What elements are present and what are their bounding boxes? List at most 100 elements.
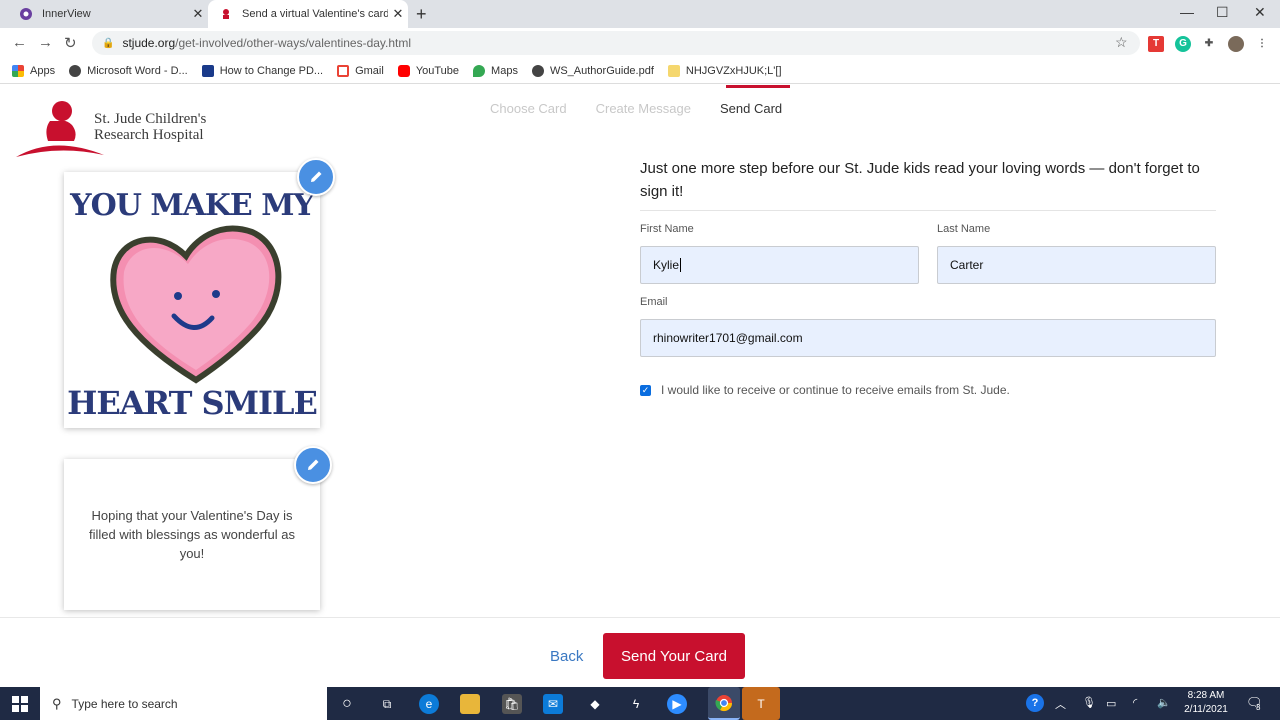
pencil-icon: [311, 171, 322, 182]
taskbar-clock[interactable]: 8:28 AM 2/11/2021: [1178, 689, 1234, 717]
url-path: /get-involved/other-ways/valentines-day.…: [175, 36, 412, 50]
tab-strip: InnerView ✕ Send a virtual Valentine's c…: [0, 0, 1280, 28]
bookmark-label: Microsoft Word - D...: [87, 64, 188, 77]
bookmark-pdf[interactable]: How to Change PD...: [201, 64, 324, 77]
back-link[interactable]: Back: [550, 648, 583, 665]
bookmark-label: WS_AuthorGuide.pdf: [549, 64, 654, 77]
windows-taskbar: ⚲ Type here to search ○ ⧉ e 🛍 ✉ ◆ ϟ ▶ T …: [0, 687, 1280, 720]
smiling-heart-illustration: [110, 225, 282, 384]
bookmark-star-icon[interactable]: ☆: [1115, 34, 1128, 51]
bookmark-folder[interactable]: NHJGVZxHJUK;L'[]: [667, 64, 782, 77]
step-send-card[interactable]: Send Card: [720, 101, 782, 116]
notification-count: 3: [1256, 703, 1261, 712]
zoom-icon[interactable]: ▶: [667, 694, 687, 714]
wifi-icon[interactable]: ◜: [1133, 696, 1137, 709]
bookmark-label: NHJGVZxHJUK;L'[]: [685, 64, 782, 77]
email-optin-label[interactable]: I would like to receive or continue to r…: [661, 383, 1010, 397]
stjude-favicon-icon: [218, 6, 234, 22]
lock-icon: 🔒: [102, 37, 115, 49]
globe-icon: [69, 64, 82, 77]
mail-icon[interactable]: ✉: [543, 694, 563, 714]
email-value: rhinowriter1701@gmail.com: [653, 331, 803, 345]
first-name-label: First Name: [640, 223, 694, 235]
forward-arrow-icon[interactable]: →: [38, 34, 53, 51]
bolt-app-icon[interactable]: ϟ: [626, 694, 646, 714]
first-name-field[interactable]: Kylie: [640, 246, 919, 284]
menu-kebab-icon[interactable]: ⋮: [1254, 36, 1270, 52]
chevron-up-icon[interactable]: ︿: [1055, 696, 1066, 712]
minimize-icon[interactable]: —: [1180, 4, 1194, 20]
email-label: Email: [640, 296, 668, 308]
address-bar-row: ← → ↻ 🔒 stjude.org/get-involved/other-wa…: [0, 28, 1280, 58]
edge-icon[interactable]: e: [419, 694, 439, 714]
footer-divider: [0, 617, 1280, 618]
bookmark-label: YouTube: [415, 64, 460, 77]
bookmark-label: Maps: [491, 64, 518, 77]
back-arrow-icon[interactable]: ←: [12, 34, 27, 51]
close-tab-icon[interactable]: ✕: [188, 6, 208, 22]
windows-logo-icon: [12, 695, 28, 712]
grammarly-icon[interactable]: G: [1175, 36, 1191, 52]
send-card-button[interactable]: Send Your Card: [603, 633, 745, 679]
bookmark-maps[interactable]: Maps: [473, 64, 518, 77]
clock-time: 8:28 AM: [1187, 690, 1225, 701]
battery-icon[interactable]: ▭: [1106, 697, 1116, 710]
email-optin-checkbox[interactable]: ✓: [640, 384, 651, 396]
step-choose-card[interactable]: Choose Card: [490, 101, 567, 116]
teams-icon[interactable]: T: [742, 687, 780, 720]
last-name-field[interactable]: Carter: [937, 246, 1216, 284]
cortana-icon[interactable]: ○: [337, 694, 357, 714]
url-input[interactable]: 🔒 stjude.org/get-involved/other-ways/val…: [92, 31, 1140, 55]
file-explorer-icon[interactable]: [460, 694, 480, 714]
apps-grid-icon: [12, 64, 24, 77]
bookmark-authorguide[interactable]: WS_AuthorGuide.pdf: [531, 64, 654, 77]
last-name-value: Carter: [950, 258, 984, 272]
volume-icon[interactable]: 🔈: [1157, 696, 1171, 709]
step-create-message[interactable]: Create Message: [596, 101, 691, 116]
extension-tp-icon[interactable]: T: [1148, 36, 1164, 52]
flag-icon: [201, 64, 214, 77]
chrome-taskbar-icon[interactable]: [708, 687, 740, 720]
reload-icon[interactable]: ↻: [64, 34, 77, 52]
bookmarks-bar: Apps Microsoft Word - D... How to Change…: [0, 58, 1280, 84]
maximize-icon[interactable]: ☐: [1216, 4, 1229, 21]
bookmark-word[interactable]: Microsoft Word - D...: [69, 64, 188, 77]
bookmark-label: Gmail: [355, 64, 384, 77]
logo-line-2: Research Hospital: [94, 127, 204, 143]
tab-innerview[interactable]: InnerView ✕: [8, 0, 208, 28]
bookmark-label: Apps: [30, 64, 56, 77]
taskbar-search-input[interactable]: ⚲ Type here to search: [40, 687, 327, 720]
help-icon[interactable]: ?: [1026, 694, 1044, 712]
tab-title: InnerView: [42, 8, 91, 20]
microphone-icon[interactable]: 🎙: [1082, 696, 1096, 709]
email-field[interactable]: rhinowriter1701@gmail.com: [640, 319, 1216, 357]
profile-avatar-icon[interactable]: [1228, 36, 1244, 52]
task-view-icon[interactable]: ⧉: [377, 694, 397, 714]
edit-message-button[interactable]: [294, 446, 332, 484]
extensions-puzzle-icon[interactable]: ✚: [1201, 36, 1217, 52]
bookmark-apps[interactable]: Apps: [12, 64, 56, 77]
store-icon[interactable]: 🛍: [502, 694, 522, 714]
form-divider: [640, 210, 1216, 211]
tab-stjude[interactable]: Send a virtual Valentine's card to ✕: [208, 0, 408, 28]
start-button[interactable]: [0, 687, 40, 720]
step-progress: Choose Card Create Message Send Card: [490, 101, 811, 116]
close-tab-icon[interactable]: ✕: [388, 6, 408, 22]
bookmark-gmail[interactable]: Gmail: [337, 64, 384, 77]
globe-icon: [531, 64, 544, 77]
card-headline-bottom: HEART SMILE: [67, 384, 318, 422]
stjude-logo[interactable]: St. Jude Children's Research Hospital: [14, 99, 214, 159]
gmail-icon: [337, 64, 350, 77]
stjude-child-logo-icon: [16, 101, 104, 157]
dropbox-icon[interactable]: ◆: [585, 694, 605, 714]
bookmark-label: How to Change PD...: [219, 64, 324, 77]
logo-wordmark: St. Jude Children's Research Hospital: [94, 111, 206, 143]
youtube-icon: [397, 64, 410, 77]
bookmark-youtube[interactable]: YouTube: [397, 64, 460, 77]
close-window-icon[interactable]: ✕: [1254, 4, 1266, 21]
new-tab-button[interactable]: +: [416, 4, 427, 25]
edit-card-button[interactable]: [297, 158, 335, 196]
message-text: Hoping that your Valentine's Day is fill…: [89, 508, 295, 561]
card-headline-top: YOU MAKE MY: [70, 188, 315, 223]
first-name-value: Kylie: [653, 258, 680, 272]
